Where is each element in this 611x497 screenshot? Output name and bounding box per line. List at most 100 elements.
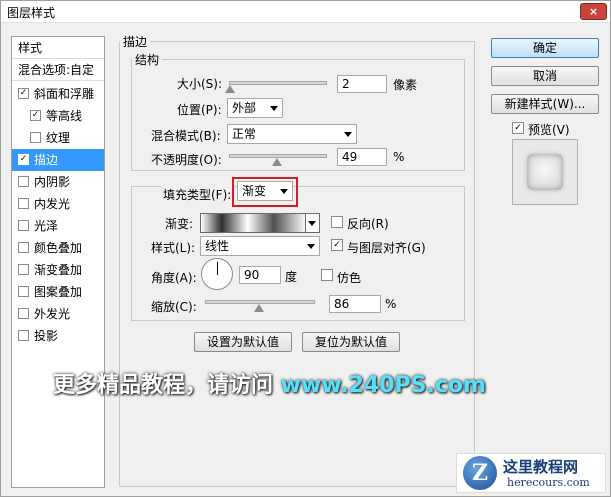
checkbox-texture[interactable]: [30, 132, 41, 143]
position-label: 位置(P):: [177, 103, 222, 117]
cancel-button[interactable]: 取消: [491, 66, 599, 86]
checkbox-stroke[interactable]: ✓: [18, 154, 29, 165]
opacity-input[interactable]: 49: [337, 148, 387, 166]
opacity-slider-thumb[interactable]: [272, 158, 282, 166]
align-layer-checkbox[interactable]: ✓: [331, 239, 343, 251]
style-item-label: 内发光: [34, 197, 71, 211]
size-unit: 像素: [393, 78, 418, 92]
style-item-label: 外发光: [34, 307, 71, 321]
stroke-group-title: 描边: [123, 35, 148, 49]
blend-mode-select[interactable]: 正常: [227, 124, 357, 144]
style-item-label: 投影: [34, 329, 59, 343]
style-item-texture[interactable]: 纹理: [12, 127, 104, 149]
size-slider-thumb[interactable]: [225, 85, 235, 93]
styles-list: 样式 混合选项:自定 ✓ 斜面和浮雕 ✓ 等高线 纹理 ✓ 描边 内阴影 内发光…: [11, 36, 105, 488]
dither-checkbox[interactable]: [321, 269, 333, 281]
watermark-url: www.240PS.com: [280, 373, 486, 398]
style-select[interactable]: 线性: [200, 236, 320, 256]
checkbox-inner-glow[interactable]: [18, 198, 29, 209]
angle-label: 角度(A):: [151, 271, 197, 285]
position-value: 外部: [232, 101, 257, 115]
style-preview: [512, 139, 578, 205]
align-layer-label: 与图层对齐(G): [347, 241, 426, 255]
logo-cn-text: 这里教程网: [503, 458, 579, 476]
scale-input[interactable]: 86: [329, 295, 381, 313]
style-item-label: 斜面和浮雕: [34, 87, 95, 101]
style-item-label: 渐变叠加: [34, 263, 83, 277]
style-item-label: 图案叠加: [34, 285, 83, 299]
new-style-button[interactable]: 新建样式(W)...: [491, 94, 599, 114]
style-item-label: 描边: [34, 153, 59, 167]
style-item-label: 颜色叠加: [34, 241, 83, 255]
angle-unit: 度: [285, 270, 298, 284]
blend-mode-label: 混合模式(B):: [151, 129, 221, 143]
scale-slider-thumb[interactable]: [254, 304, 264, 312]
close-button[interactable]: ×: [580, 3, 607, 20]
checkbox-pattern-overlay[interactable]: [18, 286, 29, 297]
fill-type-label: 填充类型(F):: [161, 186, 234, 203]
fill-type-value: 渐变: [242, 184, 267, 198]
style-item-stroke[interactable]: ✓ 描边: [12, 149, 104, 171]
chevron-down-icon: [308, 221, 316, 226]
angle-dial[interactable]: [201, 258, 233, 290]
angle-input[interactable]: 90: [239, 266, 281, 284]
checkbox-drop-shadow[interactable]: [18, 330, 29, 341]
opacity-unit: %: [393, 150, 405, 164]
style-item-gradient-overlay[interactable]: 渐变叠加: [12, 259, 104, 281]
title-bar: 图层样式 ×: [1, 1, 610, 23]
checkbox-inner-shadow[interactable]: [18, 176, 29, 187]
scale-label: 缩放(C):: [151, 300, 197, 314]
opacity-label: 不透明度(O):: [151, 153, 222, 167]
style-item-inner-glow[interactable]: 内发光: [12, 193, 104, 215]
style-item-inner-shadow[interactable]: 内阴影: [12, 171, 104, 193]
styles-header[interactable]: 样式: [12, 37, 104, 59]
style-item-satin[interactable]: 光泽: [12, 215, 104, 237]
preview-label: 预览(V): [528, 123, 570, 137]
preview-checkbox[interactable]: ✓: [512, 122, 524, 134]
checkbox-outer-glow[interactable]: [18, 308, 29, 319]
style-label: 样式(L):: [151, 241, 196, 255]
style-item-label: 纹理: [46, 131, 71, 145]
structure-group-title: 结构: [135, 53, 160, 67]
layer-style-dialog: 图层样式 × 样式 混合选项:自定 ✓ 斜面和浮雕 ✓ 等高线 纹理 ✓ 描边 …: [0, 0, 611, 497]
position-select[interactable]: 外部: [227, 98, 283, 118]
dither-label: 仿色: [337, 271, 362, 285]
style-item-label: 内阴影: [34, 175, 71, 189]
reset-default-button[interactable]: 复位为默认值: [302, 332, 400, 352]
blend-options-item[interactable]: 混合选项:自定: [12, 59, 104, 81]
window-title: 图层样式: [7, 6, 56, 20]
style-item-label: 等高线: [46, 109, 83, 123]
gradient-label: 渐变:: [165, 217, 194, 231]
chevron-down-icon: [270, 106, 278, 111]
style-preview-swatch: [527, 154, 563, 190]
reverse-label: 反向(R): [347, 217, 389, 231]
checkbox-gradient-overlay[interactable]: [18, 264, 29, 275]
angle-dial-needle: [217, 262, 218, 275]
reverse-checkbox[interactable]: [331, 216, 343, 228]
scale-unit: %: [385, 297, 397, 311]
watermark-caption: 更多精品教程，请访问: [53, 373, 281, 398]
checkbox-satin[interactable]: [18, 220, 29, 231]
size-slider-track[interactable]: [229, 81, 327, 85]
checkbox-bevel-emboss[interactable]: ✓: [18, 88, 29, 99]
chevron-down-icon: [307, 244, 315, 249]
style-item-label: 光泽: [34, 219, 59, 233]
style-item-color-overlay[interactable]: 颜色叠加: [12, 237, 104, 259]
ok-button[interactable]: 确定: [491, 38, 599, 58]
fill-type-select[interactable]: 渐变: [237, 181, 293, 201]
style-item-pattern-overlay[interactable]: 图案叠加: [12, 281, 104, 303]
style-item-outer-glow[interactable]: 外发光: [12, 303, 104, 325]
set-default-button[interactable]: 设置为默认值: [194, 332, 292, 352]
size-input[interactable]: 2: [337, 75, 387, 93]
checkbox-contour[interactable]: ✓: [30, 110, 41, 121]
blend-mode-value: 正常: [232, 127, 257, 141]
site-logo: Z 这里教程网 herecours.com: [456, 453, 606, 493]
style-item-bevel-emboss[interactable]: ✓ 斜面和浮雕: [12, 83, 104, 105]
gradient-preview[interactable]: [200, 213, 306, 233]
style-item-drop-shadow[interactable]: 投影: [12, 325, 104, 347]
chevron-down-icon: [344, 132, 352, 137]
style-item-contour[interactable]: ✓ 等高线: [12, 105, 104, 127]
gradient-dropdown[interactable]: [305, 213, 320, 233]
style-value: 线性: [205, 239, 230, 253]
checkbox-color-overlay[interactable]: [18, 242, 29, 253]
